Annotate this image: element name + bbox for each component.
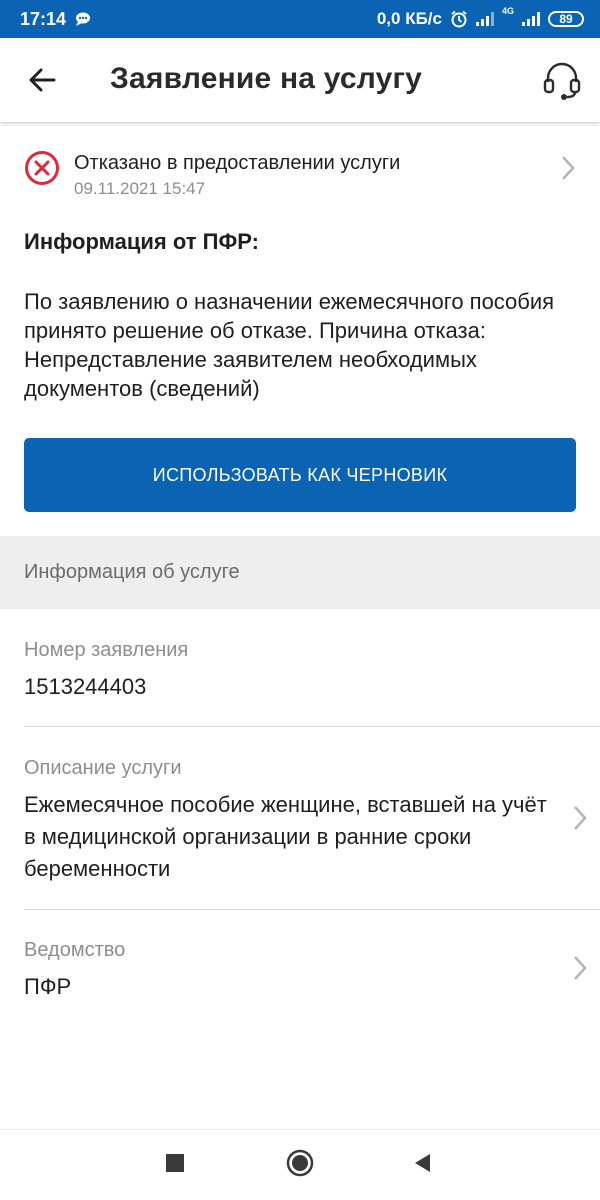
battery-icon: 89 [548,11,584,27]
error-circle-icon [25,151,59,185]
signal-icon [475,12,494,26]
page-title: Заявление на услугу [110,62,423,95]
service-description-value: Ежемесячное пособие женщине, вставшей на… [24,792,547,881]
app-bar: Заявление на услугу [0,38,600,122]
application-number-value: 1513244403 [24,674,147,699]
network-type: 4G [501,6,514,16]
headset-support-icon[interactable] [540,58,584,102]
alarm-clock-icon [451,10,467,28]
application-number-label: Номер заявления [24,639,189,661]
pfr-info-title: Информация от ПФР: [24,229,259,254]
square-recents-icon[interactable] [166,1154,184,1172]
chevron-right-icon [574,806,587,830]
signal-4g-icon [522,12,540,26]
system-nav-bar [0,1129,600,1200]
use-as-draft-label: ИСПОЛЬЗОВАТЬ КАК ЧЕРНОВИК [152,464,448,485]
arrow-left-icon[interactable] [24,62,60,98]
circle-home-icon[interactable] [286,1149,314,1177]
status-text: Отказано в предоставлении услуги [74,152,401,174]
use-as-draft-button[interactable]: ИСПОЛЬЗОВАТЬ КАК ЧЕРНОВИК [24,438,576,512]
chevron-right-icon [574,956,587,980]
section-header: Информация об услуге [0,536,600,609]
status-date: 09.11.2021 15:47 [74,179,206,198]
chevron-right-icon [562,156,575,180]
divider [24,726,600,727]
status-time: 17:14 [20,8,67,29]
agency-value: ПФР [24,974,72,999]
status-bar: 17:14 0,0 КБ/с 4G 89 [0,0,600,38]
triangle-back-icon[interactable] [412,1152,432,1174]
divider [24,909,600,910]
chat-bubble-icon [76,12,91,26]
network-speed: 0,0 КБ/с [376,9,442,28]
section-title: Информация об услуге [24,561,240,583]
battery-level: 89 [559,12,573,26]
agency-label: Ведомство [24,939,126,961]
pfr-info-text: По заявлению о назначении ежемесячного п… [24,289,555,401]
service-description-label: Описание услуги [24,757,182,779]
application-status-row[interactable]: Отказано в предоставлении услуги 09.11.2… [0,122,600,208]
